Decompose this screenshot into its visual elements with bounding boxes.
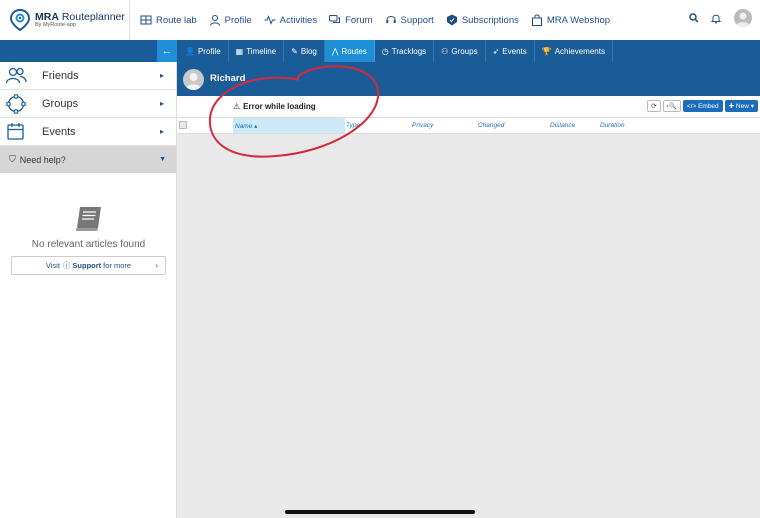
tab-blog[interactable]: ✎ Blog — [284, 40, 325, 62]
tab-achievements[interactable]: 🏆 Achievements — [535, 40, 613, 62]
refresh-button[interactable]: ⟳ — [647, 100, 661, 112]
bell-icon[interactable] — [710, 12, 722, 24]
sidebar-item-friends[interactable]: Friends ▸ — [0, 62, 176, 90]
need-help-toggle[interactable]: ⛉ Need help? ▼ — [0, 146, 176, 173]
routes-table-header: Name ▴ Type Privacy Changed Distance Dur… — [177, 117, 760, 134]
sidebar-item-label: Events — [42, 125, 76, 138]
logo-title: MRA Routeplanner — [35, 10, 125, 23]
column-privacy[interactable]: Privacy — [412, 122, 433, 129]
nav-route-lab[interactable]: Route lab — [140, 14, 197, 26]
person-icon — [209, 15, 220, 26]
column-duration[interactable]: Duration — [600, 122, 625, 129]
profile-subnav: ← 👤 Profile ▦ Timeline ✎ Blog ⋀ Routes ◷ Trac… — [0, 40, 760, 62]
route-lab-icon — [140, 15, 152, 25]
person-icon: 👤 — [185, 46, 195, 56]
nav-webshop[interactable]: MRA Webshop — [531, 14, 610, 26]
groups-icon — [6, 93, 26, 114]
friends-icon — [5, 67, 27, 83]
top-navbar: MRA Routeplanner By MyRoute-app Route la… — [0, 0, 760, 40]
sidebar-item-events[interactable]: Events ▸ — [0, 118, 176, 146]
column-changed[interactable]: Changed — [478, 122, 504, 129]
user-header: Richard — [177, 62, 760, 96]
logo-subtitle: By MyRoute-app — [35, 22, 76, 28]
tab-routes[interactable]: ⋀ Routes — [324, 40, 375, 62]
sort-up-icon: ▴ — [254, 123, 258, 130]
chevron-right-icon: › — [155, 261, 158, 270]
home-indicator — [285, 510, 475, 514]
trophy-icon: 🏆 — [541, 46, 552, 56]
search-toggle-button[interactable]: ‹🔍 — [662, 100, 681, 112]
calendar-icon — [7, 122, 24, 140]
lifebuoy-icon: ⛉ — [9, 154, 16, 164]
nav-activities[interactable]: Activities — [264, 14, 317, 26]
warning-icon: ⚠ — [233, 102, 241, 111]
support-more-text: for more — [103, 261, 132, 270]
bag-icon — [531, 14, 542, 26]
support-link-text: Support — [72, 261, 102, 270]
sidebar-item-groups[interactable]: Groups ▸ — [0, 90, 176, 118]
chat-icon — [329, 15, 341, 23]
error-text: Error while loading — [243, 102, 316, 111]
need-help-label: Need help? — [19, 154, 66, 165]
nav-profile[interactable]: Profile — [209, 14, 252, 26]
chevron-right-icon: ▸ — [159, 99, 164, 108]
no-articles-text: No relevant articles found — [31, 239, 146, 250]
main-content: Richard ⚠ Error while loading ⟳ ‹🔍 </> E… — [177, 62, 760, 518]
select-all-checkbox[interactable] — [179, 121, 187, 129]
column-type[interactable]: Type — [346, 122, 360, 129]
tab-groups[interactable]: ⚇ Groups — [434, 40, 486, 62]
road-icon: ⋀ — [331, 46, 339, 56]
new-button[interactable]: ✚ New ▾ — [724, 100, 758, 112]
headset-icon — [385, 16, 396, 23]
chevron-down-icon: ▼ — [159, 156, 166, 163]
users-icon: ⚇ — [441, 46, 449, 56]
sidebar: Friends ▸ Groups ▸ Events ▸ ⛉ Need help?… — [0, 62, 177, 518]
tab-tracklogs[interactable]: ◷ Tracklogs — [375, 40, 435, 62]
user-name[interactable]: Richard — [210, 73, 245, 84]
column-name[interactable]: Name ▴ — [235, 122, 257, 130]
calendar-icon: ▦ — [235, 46, 244, 56]
support-visit-text: Visit — [45, 261, 60, 270]
user-avatar-top[interactable] — [734, 9, 752, 27]
tab-events[interactable]: ➶ Events — [486, 40, 535, 62]
embed-button[interactable]: </> Embed — [682, 100, 723, 112]
pencil-icon: ✎ — [291, 46, 298, 56]
search-icon[interactable] — [688, 12, 700, 24]
back-arrow-icon[interactable]: ← — [157, 40, 177, 62]
nav-support[interactable]: Support — [385, 14, 434, 26]
chevron-right-icon: ▸ — [159, 71, 164, 80]
badge-icon — [446, 14, 457, 26]
sidebar-item-label: Friends — [42, 69, 79, 82]
logo[interactable]: MRA Routeplanner By MyRoute-app — [0, 0, 130, 40]
sidebar-item-label: Groups — [42, 97, 79, 110]
logo-pin-icon — [10, 9, 30, 31]
visit-support-button[interactable]: Visit ⓘ Support for more › — [11, 256, 166, 275]
routes-toolbar: ⚠ Error while loading ⟳ ‹🔍 </> Embed ✚ N… — [177, 96, 760, 117]
book-icon — [75, 207, 101, 231]
error-message: ⚠ Error while loading — [233, 102, 316, 111]
avatar[interactable] — [183, 69, 204, 90]
rocket-icon: ➶ — [492, 46, 500, 56]
clock-icon: ◷ — [381, 46, 389, 56]
activity-icon — [264, 15, 276, 25]
tab-timeline[interactable]: ▦ Timeline — [229, 40, 285, 62]
info-icon: ⓘ — [62, 261, 71, 270]
chevron-right-icon: ▸ — [159, 127, 164, 136]
nav-subscriptions[interactable]: Subscriptions — [446, 14, 519, 26]
column-distance[interactable]: Distance — [550, 122, 575, 129]
tab-profile[interactable]: 👤 Profile — [178, 40, 229, 62]
nav-forum[interactable]: Forum — [329, 14, 373, 26]
